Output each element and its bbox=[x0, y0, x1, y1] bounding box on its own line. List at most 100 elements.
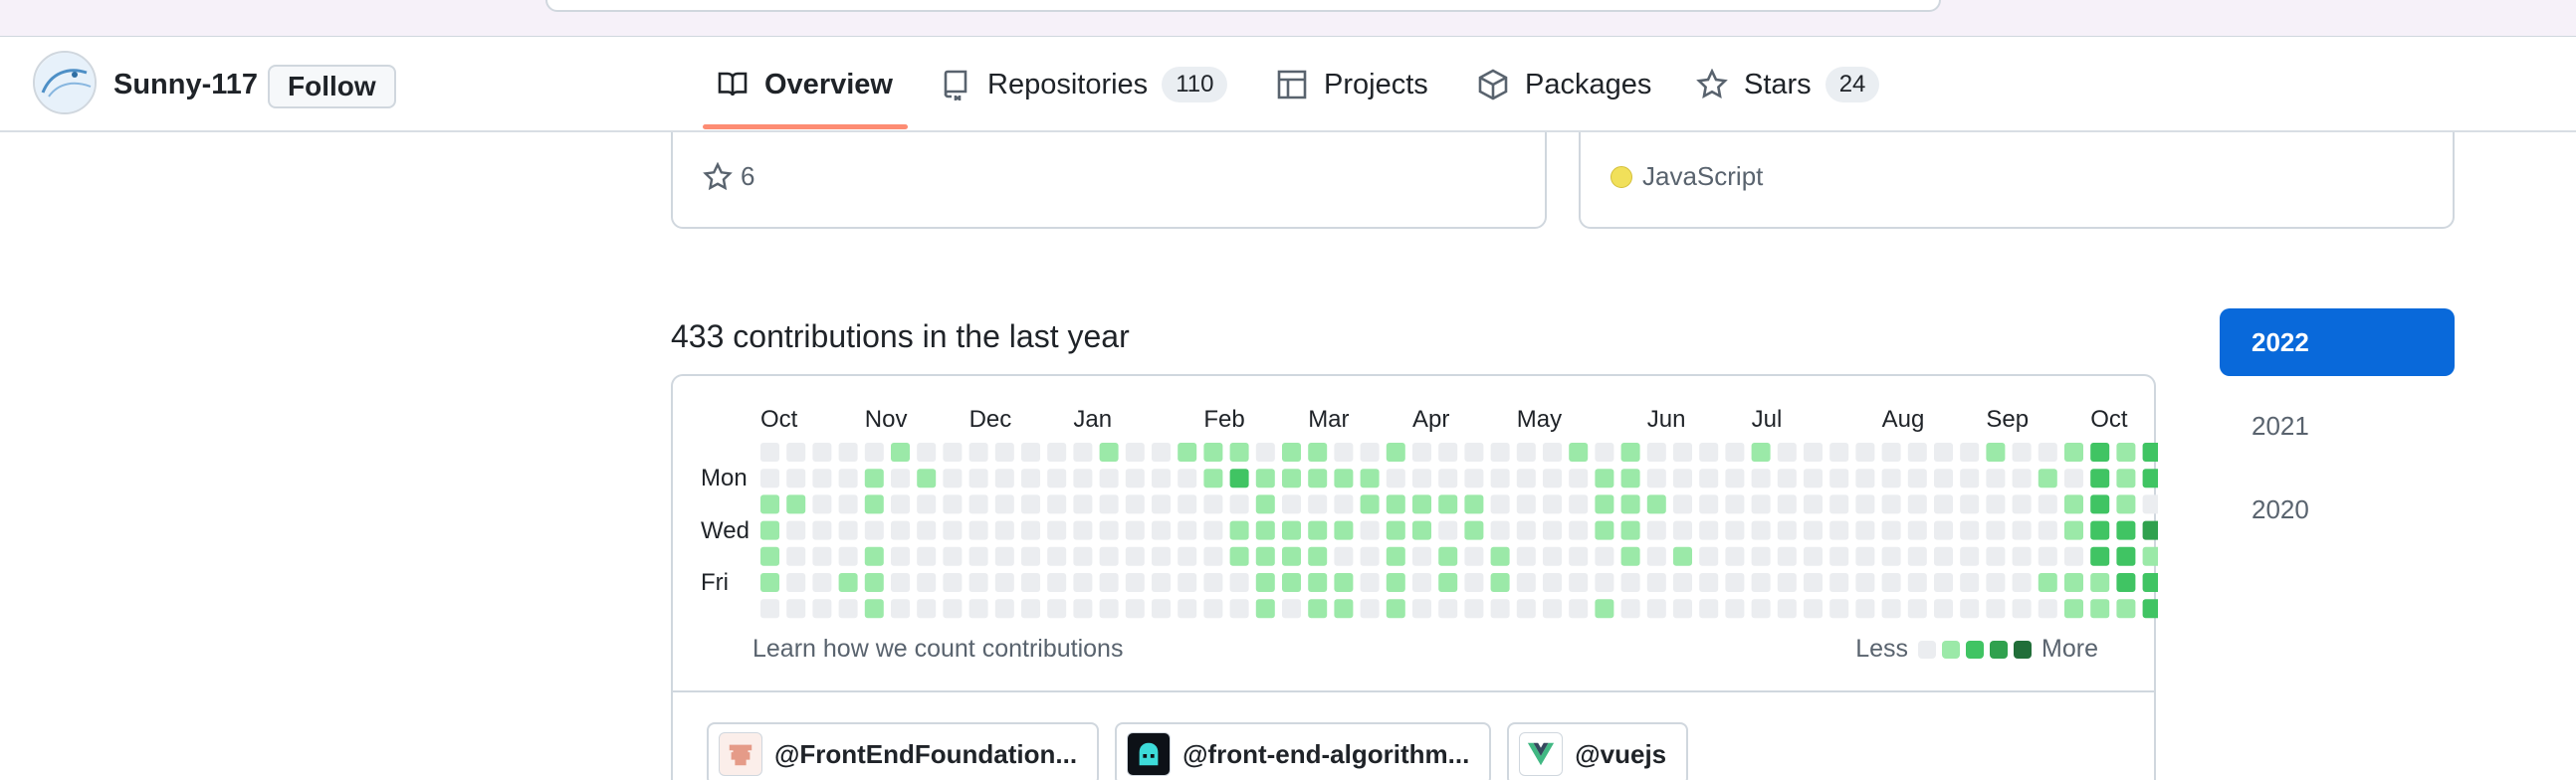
contribution-day[interactable] bbox=[994, 520, 1014, 540]
contribution-day[interactable] bbox=[1386, 469, 1405, 488]
contribution-day[interactable] bbox=[1203, 469, 1223, 488]
contribution-day[interactable] bbox=[1595, 469, 1614, 488]
contribution-day[interactable] bbox=[917, 494, 937, 514]
contribution-day[interactable] bbox=[760, 494, 779, 514]
contribution-day[interactable] bbox=[1934, 494, 1953, 514]
contribution-day[interactable] bbox=[1620, 520, 1640, 540]
contribution-day[interactable] bbox=[1334, 469, 1354, 488]
contribution-day[interactable] bbox=[1855, 469, 1875, 488]
contribution-day[interactable] bbox=[1829, 443, 1849, 462]
contribution-day[interactable] bbox=[1569, 494, 1589, 514]
contribution-day[interactable] bbox=[1203, 494, 1223, 514]
contribution-day[interactable] bbox=[1725, 599, 1745, 619]
contribution-day[interactable] bbox=[1855, 520, 1875, 540]
contribution-day[interactable] bbox=[1829, 599, 1849, 619]
contribution-day[interactable] bbox=[1334, 599, 1354, 619]
contribution-day[interactable] bbox=[2038, 546, 2057, 566]
contribution-day[interactable] bbox=[1829, 494, 1849, 514]
contribution-day[interactable] bbox=[1021, 573, 1040, 592]
contribution-day[interactable] bbox=[1334, 443, 1354, 462]
contribution-day[interactable] bbox=[1464, 573, 1484, 592]
contribution-day[interactable] bbox=[1543, 599, 1562, 619]
contribution-day[interactable] bbox=[1125, 520, 1145, 540]
contribution-day[interactable] bbox=[812, 443, 832, 462]
contribution-day[interactable] bbox=[1047, 573, 1067, 592]
contribution-day[interactable] bbox=[1464, 443, 1484, 462]
contribution-day[interactable] bbox=[1620, 546, 1640, 566]
contribution-day[interactable] bbox=[1152, 469, 1171, 488]
contribution-day[interactable] bbox=[1907, 469, 1927, 488]
contribution-day[interactable] bbox=[1595, 443, 1614, 462]
contribution-day[interactable] bbox=[1934, 520, 1953, 540]
contribution-day[interactable] bbox=[1699, 443, 1719, 462]
contribution-day[interactable] bbox=[1229, 494, 1249, 514]
contribution-day[interactable] bbox=[943, 494, 963, 514]
contribution-day[interactable] bbox=[1725, 573, 1745, 592]
contribution-day[interactable] bbox=[1308, 599, 1328, 619]
contribution-day[interactable] bbox=[1804, 443, 1823, 462]
contribution-day[interactable] bbox=[1569, 469, 1589, 488]
contribution-day[interactable] bbox=[1751, 573, 1771, 592]
contribution-day[interactable] bbox=[1490, 573, 1510, 592]
contribution-day[interactable] bbox=[994, 573, 1014, 592]
contribution-day[interactable] bbox=[1516, 599, 1536, 619]
contribution-day[interactable] bbox=[2142, 573, 2158, 592]
contribution-day[interactable] bbox=[1907, 443, 1927, 462]
contribution-day[interactable] bbox=[1777, 546, 1797, 566]
contribution-day[interactable] bbox=[1673, 546, 1692, 566]
contribution-day[interactable] bbox=[1543, 546, 1562, 566]
contribution-day[interactable] bbox=[1646, 599, 1666, 619]
contribution-day[interactable] bbox=[968, 469, 988, 488]
contribution-day[interactable] bbox=[1229, 520, 1249, 540]
contribution-day[interactable] bbox=[1255, 546, 1275, 566]
contribution-day[interactable] bbox=[2012, 599, 2032, 619]
contribution-day[interactable] bbox=[1934, 573, 1953, 592]
contribution-day[interactable] bbox=[812, 520, 832, 540]
contribution-day[interactable] bbox=[1543, 520, 1562, 540]
contribution-day[interactable] bbox=[2090, 469, 2110, 488]
contribution-day[interactable] bbox=[2116, 546, 2136, 566]
contribution-day[interactable] bbox=[968, 494, 988, 514]
contribution-day[interactable] bbox=[1595, 573, 1614, 592]
contribution-day[interactable] bbox=[994, 494, 1014, 514]
contribution-day[interactable] bbox=[994, 469, 1014, 488]
contribution-day[interactable] bbox=[1125, 599, 1145, 619]
contribution-day[interactable] bbox=[1386, 599, 1405, 619]
contribution-day[interactable] bbox=[1099, 469, 1119, 488]
contribution-day[interactable] bbox=[1516, 520, 1536, 540]
contribution-day[interactable] bbox=[2064, 494, 2083, 514]
contribution-day[interactable] bbox=[1282, 599, 1301, 619]
contribution-day[interactable] bbox=[2064, 573, 2083, 592]
contribution-day[interactable] bbox=[1907, 520, 1927, 540]
contribution-day[interactable] bbox=[1152, 520, 1171, 540]
contribution-day[interactable] bbox=[1881, 573, 1901, 592]
contribution-day[interactable] bbox=[1646, 546, 1666, 566]
contribution-day[interactable] bbox=[1178, 573, 1197, 592]
year-2021-link[interactable]: 2021 bbox=[2220, 392, 2455, 460]
contribution-day[interactable] bbox=[1804, 494, 1823, 514]
contribution-day[interactable] bbox=[2038, 573, 2057, 592]
tab-repositories[interactable]: Repositories 110 bbox=[940, 37, 1228, 132]
contribution-day[interactable] bbox=[1751, 443, 1771, 462]
contribution-day[interactable] bbox=[760, 520, 779, 540]
contribution-day[interactable] bbox=[2116, 494, 2136, 514]
tab-packages[interactable]: Packages bbox=[1477, 37, 1651, 132]
contribution-day[interactable] bbox=[1620, 443, 1640, 462]
username[interactable]: Sunny-117 bbox=[113, 69, 258, 101]
contribution-day[interactable] bbox=[838, 520, 858, 540]
contribution-day[interactable] bbox=[864, 546, 884, 566]
tab-projects[interactable]: Projects bbox=[1276, 37, 1428, 132]
tab-overview[interactable]: Overview bbox=[717, 37, 893, 132]
contribution-day[interactable] bbox=[1960, 520, 1980, 540]
contribution-day[interactable] bbox=[1047, 443, 1067, 462]
contribution-day[interactable] bbox=[1047, 469, 1067, 488]
contribution-day[interactable] bbox=[891, 520, 910, 540]
contribution-day[interactable] bbox=[1464, 546, 1484, 566]
contribution-day[interactable] bbox=[1804, 469, 1823, 488]
contribution-day[interactable] bbox=[1360, 443, 1380, 462]
contribution-day[interactable] bbox=[2116, 520, 2136, 540]
contribution-day[interactable] bbox=[1438, 599, 1458, 619]
contribution-day[interactable] bbox=[1282, 494, 1301, 514]
contribution-day[interactable] bbox=[1673, 599, 1692, 619]
contribution-day[interactable] bbox=[1203, 546, 1223, 566]
